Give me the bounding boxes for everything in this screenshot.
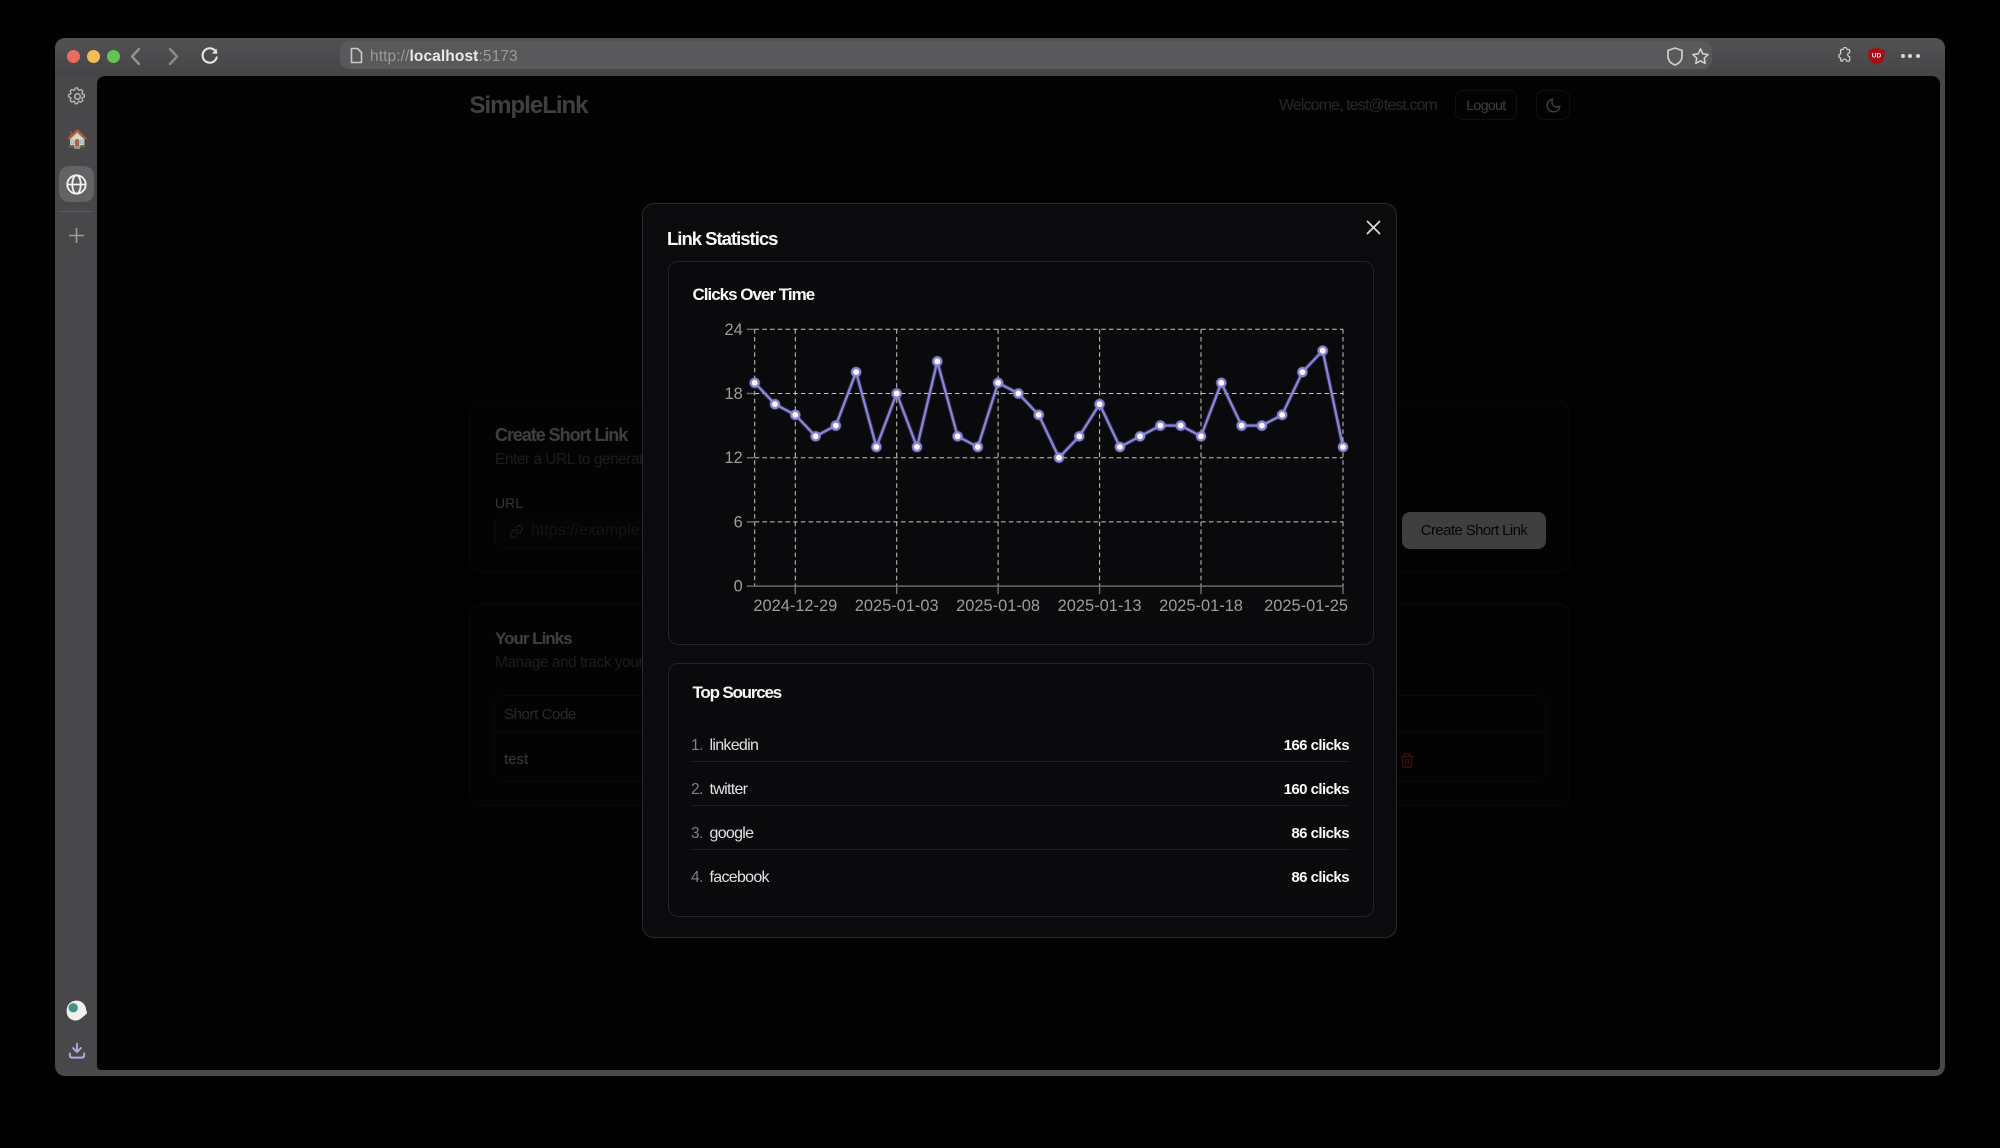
svg-text:2025-01-03: 2025-01-03 <box>855 597 939 615</box>
svg-text:2024-12-29: 2024-12-29 <box>753 597 837 615</box>
svg-text:0: 0 <box>734 578 743 596</box>
svg-text:2025-01-13: 2025-01-13 <box>1058 597 1142 615</box>
svg-text:2025-01-08: 2025-01-08 <box>956 597 1040 615</box>
svg-text:12: 12 <box>724 449 742 467</box>
svg-text:2025-01-25: 2025-01-25 <box>1264 597 1348 615</box>
svg-text:6: 6 <box>734 513 743 531</box>
svg-text:UD: UD <box>1872 53 1882 60</box>
svg-text:18: 18 <box>724 385 742 403</box>
svg-text:2025-01-18: 2025-01-18 <box>1159 597 1243 615</box>
svg-text:24: 24 <box>724 321 742 339</box>
